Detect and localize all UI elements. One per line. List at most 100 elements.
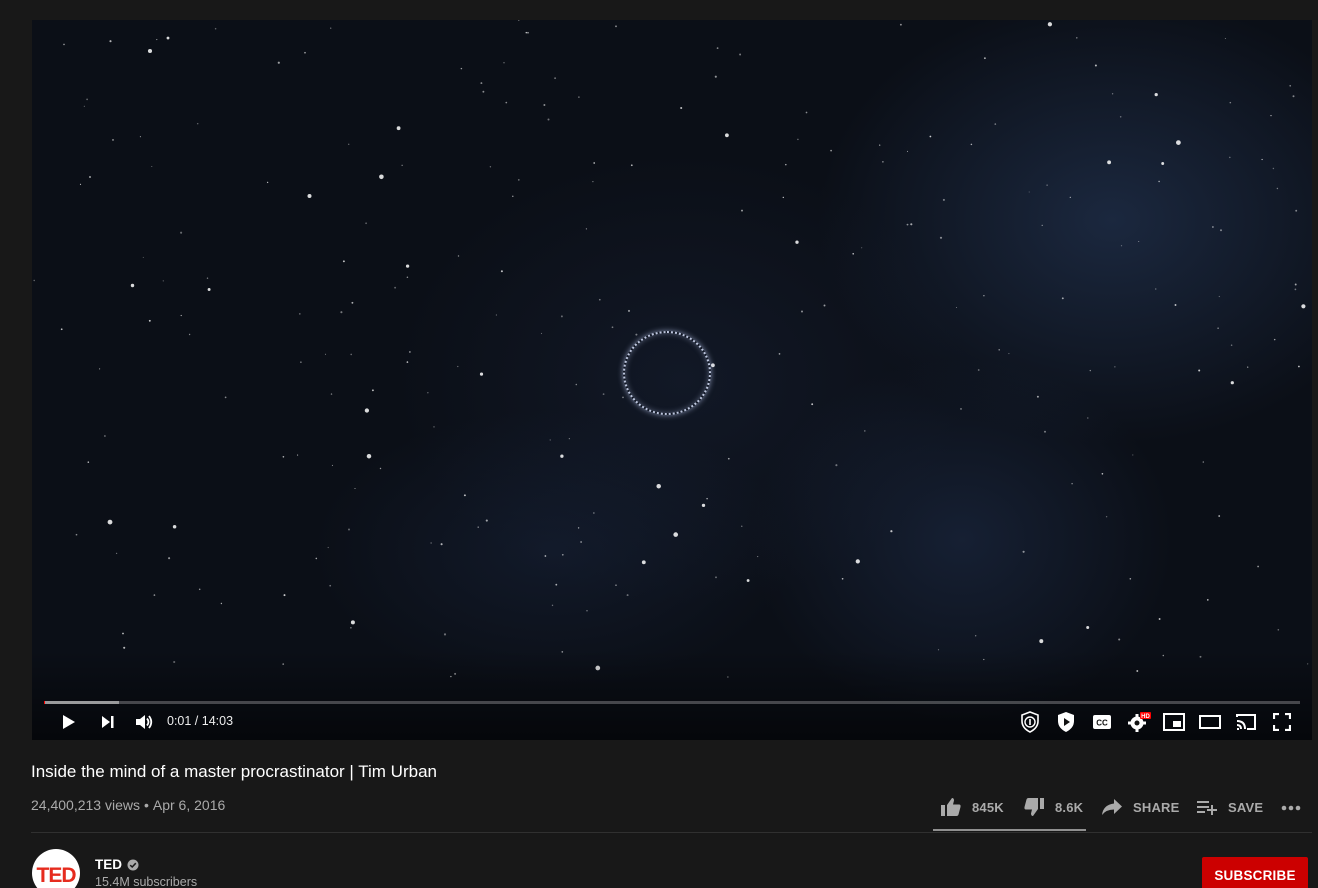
star (835, 464, 838, 467)
view-count: 24,400,213 views (31, 797, 140, 813)
star (427, 392, 429, 394)
star (1118, 638, 1121, 641)
star (406, 361, 409, 363)
star (785, 163, 787, 166)
star (939, 236, 943, 239)
star (1086, 626, 1090, 629)
star (364, 408, 370, 413)
star (1094, 64, 1097, 67)
shield-info-icon (1021, 711, 1039, 733)
channel-avatar[interactable]: TED (32, 849, 80, 888)
star (778, 353, 781, 355)
like-button[interactable]: 845K (940, 790, 1004, 824)
progress-bar[interactable] (44, 701, 1300, 704)
video-meta: 24,400,213 views • Apr 6, 2016 (31, 797, 225, 813)
mute-button[interactable] (130, 708, 158, 736)
star (555, 583, 558, 586)
video-title: Inside the mind of a master procrastinat… (31, 762, 437, 781)
star (1087, 417, 1089, 419)
star (1174, 304, 1177, 306)
star (549, 439, 551, 441)
star (543, 104, 546, 106)
star (180, 314, 182, 317)
miniplayer-button[interactable] (1160, 708, 1188, 736)
star (724, 133, 729, 138)
star (1069, 196, 1071, 199)
star (795, 240, 799, 244)
star (327, 546, 329, 549)
star (551, 604, 554, 607)
star (673, 532, 679, 537)
star (1138, 240, 1140, 243)
channel-name-row[interactable]: TED (95, 857, 139, 872)
star (107, 519, 113, 525)
star (585, 228, 587, 230)
play-button[interactable] (54, 708, 82, 736)
star (577, 527, 580, 529)
star (430, 542, 432, 544)
save-button[interactable]: SAVE (1196, 790, 1263, 824)
settings-button[interactable]: HD (1124, 708, 1154, 736)
star (350, 620, 355, 625)
video-player[interactable]: 0:01 / 14:03 CC HD (32, 20, 1312, 740)
fullscreen-button[interactable] (1268, 708, 1296, 736)
channel-name[interactable]: TED (95, 857, 122, 872)
star (656, 483, 661, 489)
theater-mode-button[interactable] (1196, 708, 1224, 736)
star (1289, 84, 1292, 87)
star (207, 288, 211, 291)
extension-button-2[interactable] (1052, 708, 1080, 736)
dislike-button[interactable]: 8.6K (1023, 790, 1083, 824)
thumbs-down-icon (1024, 798, 1044, 816)
star (998, 349, 1000, 351)
meta-separator: • (143, 797, 149, 813)
star (1071, 482, 1073, 485)
star (63, 43, 65, 46)
miniplayer-icon (1163, 713, 1185, 731)
thumbs-up-icon (941, 798, 961, 816)
star (463, 494, 466, 497)
star (983, 294, 985, 297)
star (1301, 304, 1306, 309)
star (1046, 184, 1048, 186)
star (479, 372, 484, 376)
star (1217, 327, 1219, 329)
star (746, 579, 750, 582)
star (342, 260, 345, 263)
star (396, 126, 401, 131)
star (560, 315, 563, 318)
star (890, 530, 893, 533)
video-frame-orb (623, 331, 711, 415)
star (1224, 37, 1226, 40)
star (87, 461, 90, 463)
star (440, 543, 443, 546)
star (741, 209, 743, 212)
star (350, 353, 353, 356)
star (525, 31, 528, 34)
subscribe-button[interactable]: SUBSCRIBE (1202, 857, 1308, 888)
star (379, 467, 382, 470)
star (1132, 454, 1134, 456)
star (830, 149, 832, 152)
captions-button[interactable]: CC (1088, 708, 1116, 736)
star (518, 20, 520, 21)
star (405, 264, 410, 268)
extension-button-1[interactable] (1016, 708, 1044, 736)
share-button[interactable]: SHARE (1101, 790, 1180, 824)
next-button[interactable] (94, 708, 122, 736)
avatar-text: TED (36, 864, 77, 887)
star (139, 136, 141, 138)
star (214, 27, 217, 30)
star (805, 111, 808, 114)
star (1218, 515, 1221, 517)
verified-badge-icon (127, 859, 139, 870)
star (433, 426, 435, 428)
more-actions-button[interactable] (1280, 790, 1304, 824)
volume-icon (136, 715, 153, 729)
star (443, 633, 447, 636)
star (123, 646, 126, 649)
star (701, 503, 706, 508)
star (366, 453, 372, 459)
cast-button[interactable] (1232, 708, 1260, 736)
star (142, 256, 144, 258)
